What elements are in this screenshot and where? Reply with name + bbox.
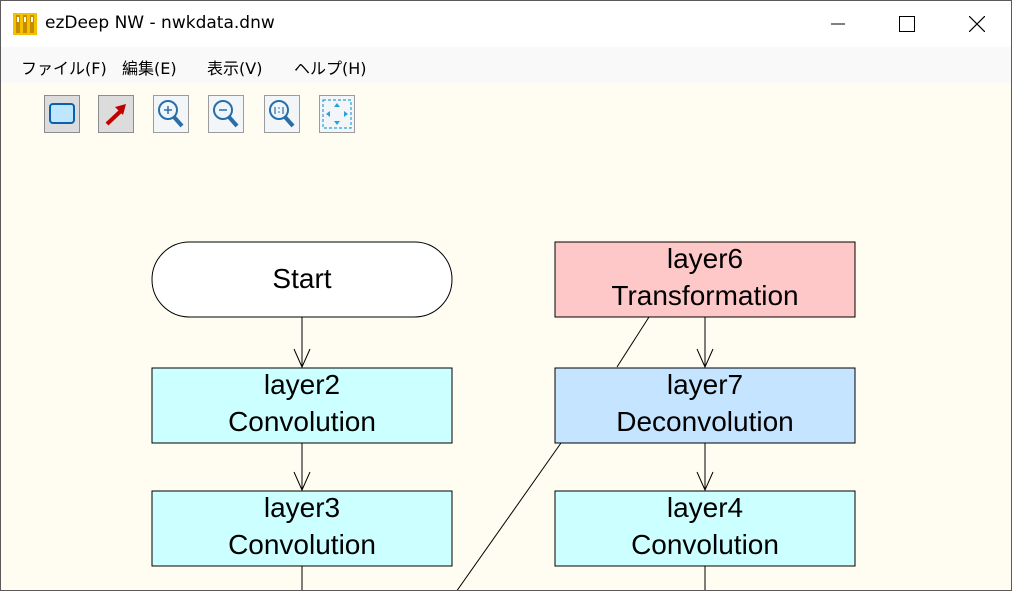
node-start-label: Start bbox=[272, 263, 331, 294]
minimize-icon bbox=[831, 23, 845, 25]
connector-layer7-layer4[interactable] bbox=[696, 443, 714, 492]
node-layer7[interactable]: layer7 Deconvolution bbox=[554, 367, 856, 444]
app-icon bbox=[13, 13, 37, 35]
connector-layer2-layer3[interactable] bbox=[293, 443, 311, 492]
maximize-icon bbox=[899, 16, 915, 32]
diagram-canvas[interactable]: Start layer2 Convolution layer3 Convolut… bbox=[1, 83, 1011, 590]
menu-bar: ファイル(F) 編集(E) 表示(V) ヘルプ(H) bbox=[1, 47, 1011, 83]
close-button[interactable] bbox=[954, 1, 1000, 47]
node-layer4-type: Convolution bbox=[631, 529, 779, 560]
node-layer4-name: layer4 bbox=[667, 492, 743, 523]
window-title: ezDeep NW - nwkdata.dnw bbox=[45, 13, 275, 33]
node-layer6-type: Transformation bbox=[611, 280, 798, 311]
node-layer2-name: layer2 bbox=[264, 369, 340, 400]
close-icon bbox=[969, 16, 985, 32]
node-layer2[interactable]: layer2 Convolution bbox=[151, 367, 453, 444]
node-layer7-name: layer7 bbox=[667, 369, 743, 400]
node-layer6-name: layer6 bbox=[667, 243, 743, 274]
maximize-button[interactable] bbox=[884, 1, 930, 47]
menu-help[interactable]: ヘルプ(H) bbox=[294, 55, 367, 79]
title-bar[interactable]: ezDeep NW - nwkdata.dnw bbox=[1, 1, 1011, 47]
node-layer3-type: Convolution bbox=[228, 529, 376, 560]
node-layer7-type: Deconvolution bbox=[616, 406, 793, 437]
node-start[interactable]: Start bbox=[151, 241, 453, 318]
menu-view[interactable]: 表示(V) bbox=[207, 55, 262, 79]
node-layer3-name: layer3 bbox=[264, 492, 340, 523]
connector-layer6-layer7[interactable] bbox=[696, 317, 714, 369]
node-layer4[interactable]: layer4 Convolution bbox=[554, 490, 856, 567]
node-layer6[interactable]: layer6 Transformation bbox=[554, 241, 856, 318]
menu-edit[interactable]: 編集(E) bbox=[122, 55, 177, 79]
connector-start-layer2[interactable] bbox=[293, 317, 311, 369]
node-layer2-type: Convolution bbox=[228, 406, 376, 437]
menu-file[interactable]: ファイル(F) bbox=[21, 55, 107, 79]
minimize-button[interactable] bbox=[815, 1, 861, 47]
app-window: ezDeep NW - nwkdata.dnw ファイル(F) 編集(E) 表示… bbox=[0, 0, 1012, 591]
node-layer3[interactable]: layer3 Convolution bbox=[151, 490, 453, 567]
